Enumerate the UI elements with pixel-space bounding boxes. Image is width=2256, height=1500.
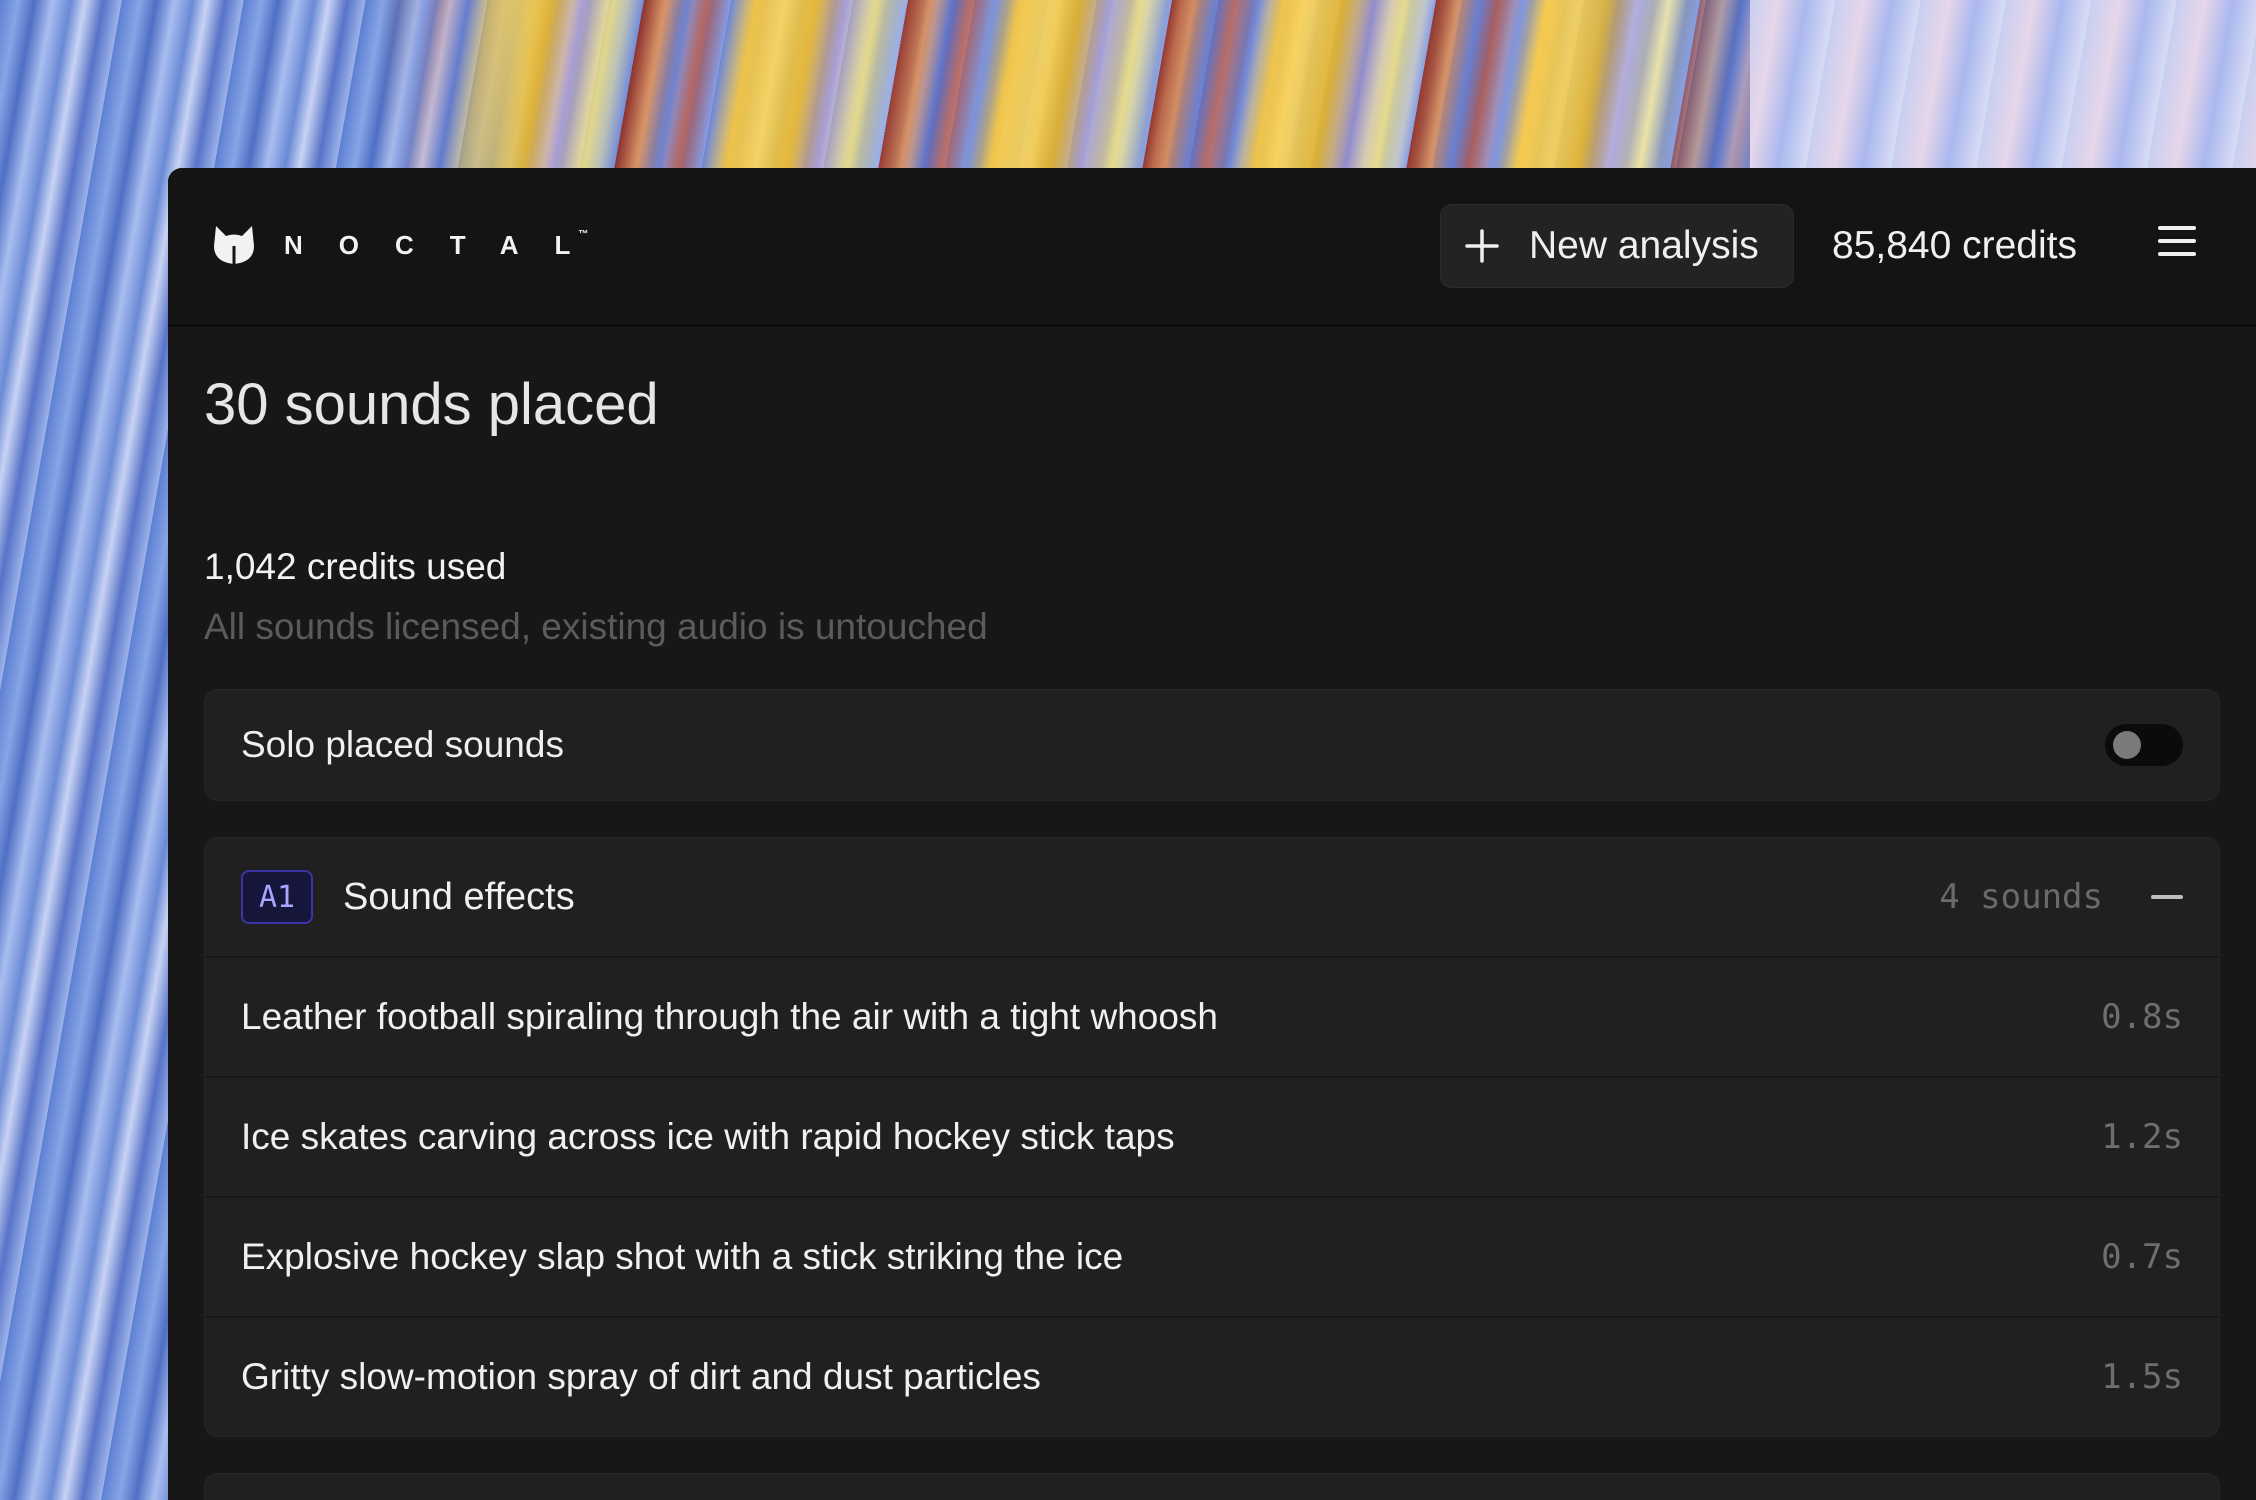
sound-description: Explosive hockey slap shot with a stick …	[241, 1236, 1124, 1277]
next-sound-group-card	[204, 1473, 2220, 1500]
minus-icon[interactable]	[2151, 895, 2183, 899]
group-title: Sound effects	[343, 875, 575, 918]
sound-description: Ice skates carving across ice with rapid…	[241, 1116, 1175, 1157]
main-content: 30 sounds placed 1,042 credits used All …	[168, 327, 2256, 1500]
sound-row[interactable]: Leather football spiraling through the a…	[205, 958, 2219, 1078]
brand-name: NOCTAL	[284, 230, 607, 260]
app-window: NOCTAL ™ New analysis 85,840 credits 30 …	[168, 168, 2256, 1500]
cat-head-icon	[214, 226, 254, 264]
new-analysis-label: New analysis	[1529, 224, 1759, 267]
sound-row[interactable]: Explosive hockey slap shot with a stick …	[205, 1198, 2219, 1318]
sound-duration: 1.2s	[2101, 1117, 2183, 1157]
credits-balance: 85,840 credits	[1832, 224, 2077, 267]
sound-duration: 1.5s	[2101, 1357, 2183, 1397]
page-title: 30 sounds placed	[204, 372, 659, 437]
sound-description: Leather football spiraling through the a…	[241, 996, 1218, 1037]
solo-label: Solo placed sounds	[241, 724, 564, 765]
licensing-note: All sounds licensed, existing audio is u…	[204, 606, 988, 647]
sound-description: Gritty slow-motion spray of dirt and dus…	[241, 1356, 1041, 1397]
solo-placed-sounds-row: Solo placed sounds	[204, 689, 2220, 801]
sound-duration: 0.7s	[2101, 1237, 2183, 1277]
sound-group-header[interactable]: A1 Sound effects 4 sounds	[205, 838, 2219, 958]
plus-icon	[1465, 229, 1499, 263]
top-bar: NOCTAL ™ New analysis 85,840 credits	[168, 168, 2256, 327]
solo-toggle[interactable]	[2105, 724, 2183, 766]
sound-row[interactable]: Gritty slow-motion spray of dirt and dus…	[205, 1318, 2219, 1436]
brand-wordmark: NOCTAL ™	[284, 229, 589, 259]
sound-duration: 0.8s	[2101, 997, 2183, 1037]
new-analysis-button[interactable]: New analysis	[1440, 204, 1794, 288]
track-badge: A1	[241, 870, 313, 924]
brand-logo[interactable]: NOCTAL ™	[212, 224, 588, 266]
sound-group-card: A1 Sound effects 4 sounds Leather footba…	[204, 837, 2220, 1437]
group-sound-count: 4 sounds	[1939, 877, 2103, 917]
toggle-knob	[2113, 731, 2141, 759]
sound-row[interactable]: Ice skates carving across ice with rapid…	[205, 1078, 2219, 1198]
credits-used-text: 1,042 credits used	[204, 546, 507, 587]
trademark-symbol: ™	[578, 229, 589, 240]
hamburger-menu-icon[interactable]	[2158, 226, 2196, 264]
